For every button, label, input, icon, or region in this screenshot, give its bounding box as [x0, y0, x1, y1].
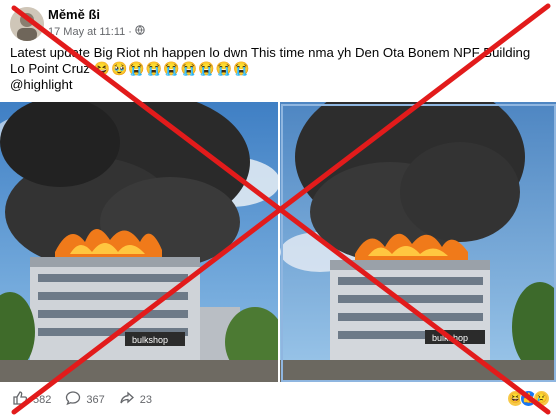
- share-icon: [119, 390, 135, 409]
- comment-action[interactable]: 367: [65, 390, 105, 409]
- photo-left[interactable]: bulkshop: [0, 102, 278, 382]
- reaction-summary[interactable]: 😆 👍 😢: [507, 390, 550, 407]
- sad-react-icon: 😢: [533, 390, 550, 407]
- post-meta: 17 May at 11:11 ·: [48, 25, 145, 38]
- post-header: [10, 6, 44, 42]
- photo-grid: bulkshop bulkshop: [0, 102, 556, 382]
- shop-sign-right: bulkshop: [432, 333, 468, 343]
- comment-icon: [65, 390, 81, 409]
- shop-sign-left: bulkshop: [132, 335, 168, 345]
- share-action[interactable]: 23: [119, 390, 152, 409]
- author-name[interactable]: Měmě ßi: [48, 7, 100, 22]
- meta-separator: ·: [128, 25, 132, 38]
- post-body: Latest update Big Riot nh happen lo dwn …: [10, 45, 531, 76]
- avatar[interactable]: [10, 7, 44, 41]
- comment-count: 367: [86, 393, 105, 406]
- post-date[interactable]: 17 May at 11:11: [48, 26, 125, 38]
- hashtag-highlight[interactable]: @highlight: [10, 77, 73, 92]
- post-actions: 582 367 23: [0, 384, 556, 415]
- post-emojis: 😆🥹😭😭😭😭😭😭😭: [93, 61, 251, 76]
- share-count: 23: [139, 393, 152, 406]
- like-action[interactable]: 582: [12, 390, 51, 409]
- globe-icon: [135, 25, 145, 38]
- photo-right[interactable]: bulkshop: [280, 102, 556, 382]
- like-count: 582: [33, 393, 52, 406]
- post-text: Latest update Big Riot nh happen lo dwn …: [10, 45, 540, 93]
- like-icon: [12, 390, 28, 409]
